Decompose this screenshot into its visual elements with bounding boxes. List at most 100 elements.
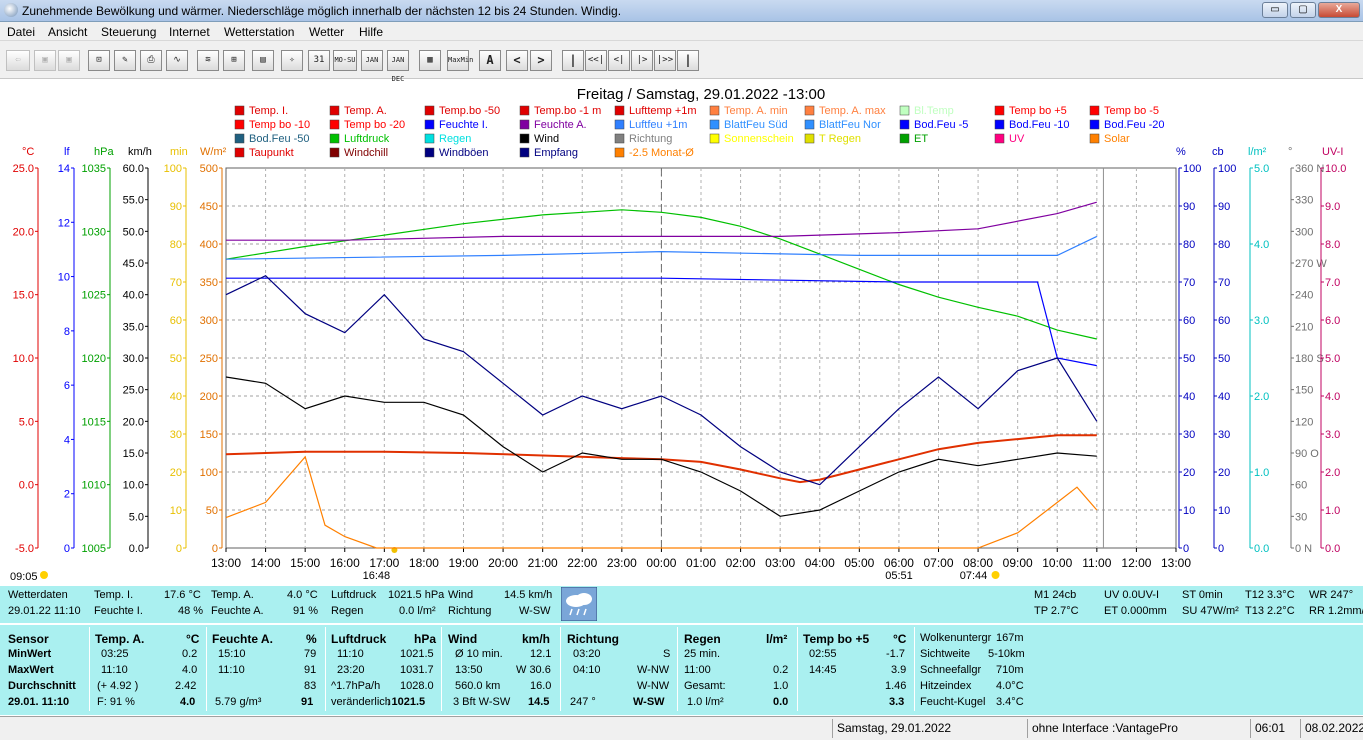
richtung-avg-value: W-NW bbox=[637, 680, 670, 692]
left-axis-tick-label: 6 bbox=[64, 380, 70, 392]
legend-swatch bbox=[424, 133, 435, 144]
back-button[interactable]: ⇦ bbox=[6, 50, 30, 71]
luftdruck-value: 1021.5 hPa bbox=[388, 589, 445, 601]
regen-total-value: 1.0 bbox=[773, 680, 789, 692]
tempbo-unit: °C bbox=[893, 632, 907, 646]
legend-label: Bl.Temp bbox=[914, 105, 954, 117]
menu-datei[interactable]: Datei bbox=[7, 25, 35, 39]
menu-wetterstation[interactable]: Wetterstation bbox=[224, 25, 294, 39]
left-axis-tick-label: 1020 bbox=[82, 353, 106, 365]
rewind-fast-button[interactable]: <<| bbox=[585, 50, 607, 71]
right-axis-tick-label: 80 bbox=[1183, 239, 1195, 251]
prev-button[interactable]: < bbox=[506, 50, 528, 71]
menu-hilfe[interactable]: Hilfe bbox=[359, 25, 383, 39]
left-axis-unit: min bbox=[170, 146, 188, 158]
chart3-button[interactable]: ⊞ bbox=[223, 50, 245, 71]
legend-label: Temp. A. min bbox=[724, 105, 788, 117]
month-button[interactable]: JAN bbox=[361, 50, 383, 71]
minmax-button[interactable]: MaxMin bbox=[447, 50, 473, 71]
regen-sum: 1.0 l/m² bbox=[687, 696, 724, 708]
first-button[interactable]: | bbox=[562, 50, 584, 71]
snowline-value: 710m bbox=[996, 664, 1024, 676]
year-button[interactable]: JAN DEC bbox=[387, 50, 409, 83]
left-axis-tick-label: 400 bbox=[200, 239, 218, 251]
left-axis-tick-label: 20 bbox=[170, 467, 182, 479]
table-button[interactable]: ▦ bbox=[419, 50, 441, 71]
current-values-bar: Wetterdaten 29.01.22 11:10 Temp. I. 17.6… bbox=[0, 586, 1363, 623]
graph-button[interactable]: ⊡ bbox=[88, 50, 110, 71]
next-button[interactable]: > bbox=[530, 50, 552, 71]
left-axis-tick-label: 350 bbox=[200, 277, 218, 289]
auto-button[interactable]: A bbox=[479, 50, 501, 71]
wr-value: WR 247° bbox=[1309, 589, 1354, 601]
x-tick-label: 11:00 bbox=[1082, 556, 1111, 570]
right-axis-tick-label: 0 N bbox=[1295, 543, 1312, 555]
rr-value: RR 1.2mm/h bbox=[1309, 605, 1363, 617]
left-axis-tick-label: 30.0 bbox=[123, 353, 144, 365]
left-axis-tick-label: 60.0 bbox=[123, 163, 144, 175]
feuchte-a-label: Feuchte A. bbox=[211, 605, 264, 617]
close-button[interactable]: X bbox=[1318, 2, 1360, 18]
right-axis-tick-label: 7.0 bbox=[1325, 277, 1340, 289]
save-button[interactable]: ▣ bbox=[34, 50, 56, 71]
legend-label: Temp. A. bbox=[344, 105, 387, 117]
right-axis-tick-label: 90 bbox=[1183, 201, 1195, 213]
notes-button[interactable]: ✎ bbox=[114, 50, 136, 71]
left-axis-tick-label: 15.0 bbox=[123, 448, 144, 460]
right-axis-tick-label: 0 bbox=[1183, 543, 1189, 555]
legend-swatch bbox=[1089, 119, 1100, 130]
x-tick-label: 04:00 bbox=[805, 556, 835, 570]
right-axis-tick-label: 9.0 bbox=[1325, 201, 1340, 213]
left-axis-tick-label: 60 bbox=[170, 315, 182, 327]
left-axis-tick-label: 50 bbox=[170, 353, 182, 365]
day-button[interactable]: 31 bbox=[308, 50, 330, 71]
right-axis-tick-label: 150 bbox=[1295, 385, 1313, 397]
compass-button[interactable]: ✧ bbox=[281, 50, 303, 71]
wetterdaten-label: Wetterdaten bbox=[8, 589, 68, 601]
legend-swatch bbox=[614, 147, 625, 158]
last-button[interactable]: | bbox=[677, 50, 699, 71]
save-all-button[interactable]: ▣ bbox=[58, 50, 80, 71]
legend-label: Empfang bbox=[534, 147, 578, 159]
right-axis-tick-label: 210 bbox=[1295, 321, 1313, 333]
tempbo-max-value: 3.9 bbox=[891, 664, 907, 676]
maximize-button[interactable]: ▢ bbox=[1290, 2, 1316, 18]
x-tick-label: 12:00 bbox=[1121, 556, 1151, 570]
x-tick-label: 23:00 bbox=[607, 556, 637, 570]
week-button[interactable]: MO-SU bbox=[333, 50, 357, 71]
doc-button[interactable]: ▤ bbox=[252, 50, 274, 71]
left-axis-tick-label: 30 bbox=[170, 429, 182, 441]
right-axis-tick-label: 40 bbox=[1218, 391, 1230, 403]
forward-fast-button[interactable]: |>> bbox=[654, 50, 676, 71]
cloud-base-value: 167m bbox=[996, 632, 1024, 644]
legend-swatch bbox=[994, 119, 1005, 130]
right-axis-tick-label: 90 O bbox=[1295, 448, 1319, 460]
right-axis-tick-label: 2.0 bbox=[1254, 391, 1269, 403]
m1-value: M1 24cb bbox=[1034, 589, 1077, 601]
menu-ansicht[interactable]: Ansicht bbox=[48, 25, 87, 39]
left-axis-tick-label: 80 bbox=[170, 239, 182, 251]
chart2-button[interactable]: ≋ bbox=[197, 50, 219, 71]
menu-wetter[interactable]: Wetter bbox=[309, 25, 344, 39]
left-axis-tick-label: 1030 bbox=[82, 226, 106, 238]
legend-label: BlattFeu Nor bbox=[819, 119, 881, 131]
richtung-min-time: 03:20 bbox=[573, 648, 601, 660]
t12-value: T12 3.3°C bbox=[1245, 589, 1295, 601]
x-tick-label: 07:00 bbox=[923, 556, 953, 570]
forward-button[interactable]: |> bbox=[631, 50, 653, 71]
menu-internet[interactable]: Internet bbox=[169, 25, 210, 39]
right-axis-tick-label: 60 bbox=[1218, 315, 1230, 327]
right-axis-tick-label: 0.0 bbox=[1254, 543, 1269, 555]
wind-value: 14.5 km/h bbox=[504, 589, 553, 601]
rewind-button[interactable]: <| bbox=[608, 50, 630, 71]
tempbo-min-time: 02:55 bbox=[809, 648, 837, 660]
print-button[interactable]: ⎙ bbox=[140, 50, 162, 71]
wind-current-value: 14.5 bbox=[528, 696, 550, 708]
heat-index-value: 4.0°C bbox=[996, 680, 1024, 692]
curve-button[interactable]: ∿ bbox=[166, 50, 188, 71]
wind-label: Wind bbox=[448, 589, 474, 601]
minimize-button[interactable]: ▭ bbox=[1262, 2, 1288, 18]
menu-steuerung[interactable]: Steuerung bbox=[101, 25, 156, 39]
temp-a-max-time: 11:10 bbox=[101, 664, 128, 676]
visibility-label: Sichtweite bbox=[920, 648, 971, 660]
